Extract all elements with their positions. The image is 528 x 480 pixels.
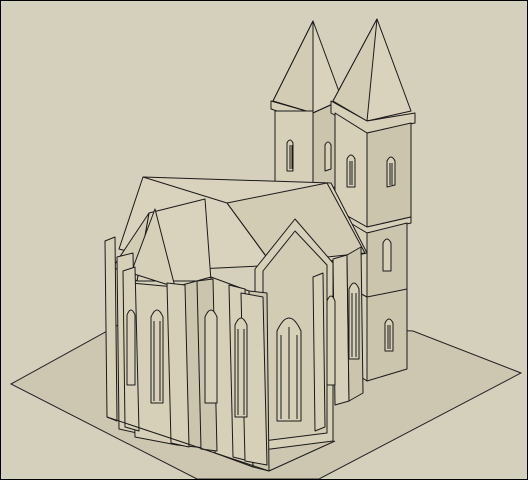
church-model-canvas[interactable] <box>1 1 527 479</box>
3d-viewport[interactable] <box>0 0 528 480</box>
